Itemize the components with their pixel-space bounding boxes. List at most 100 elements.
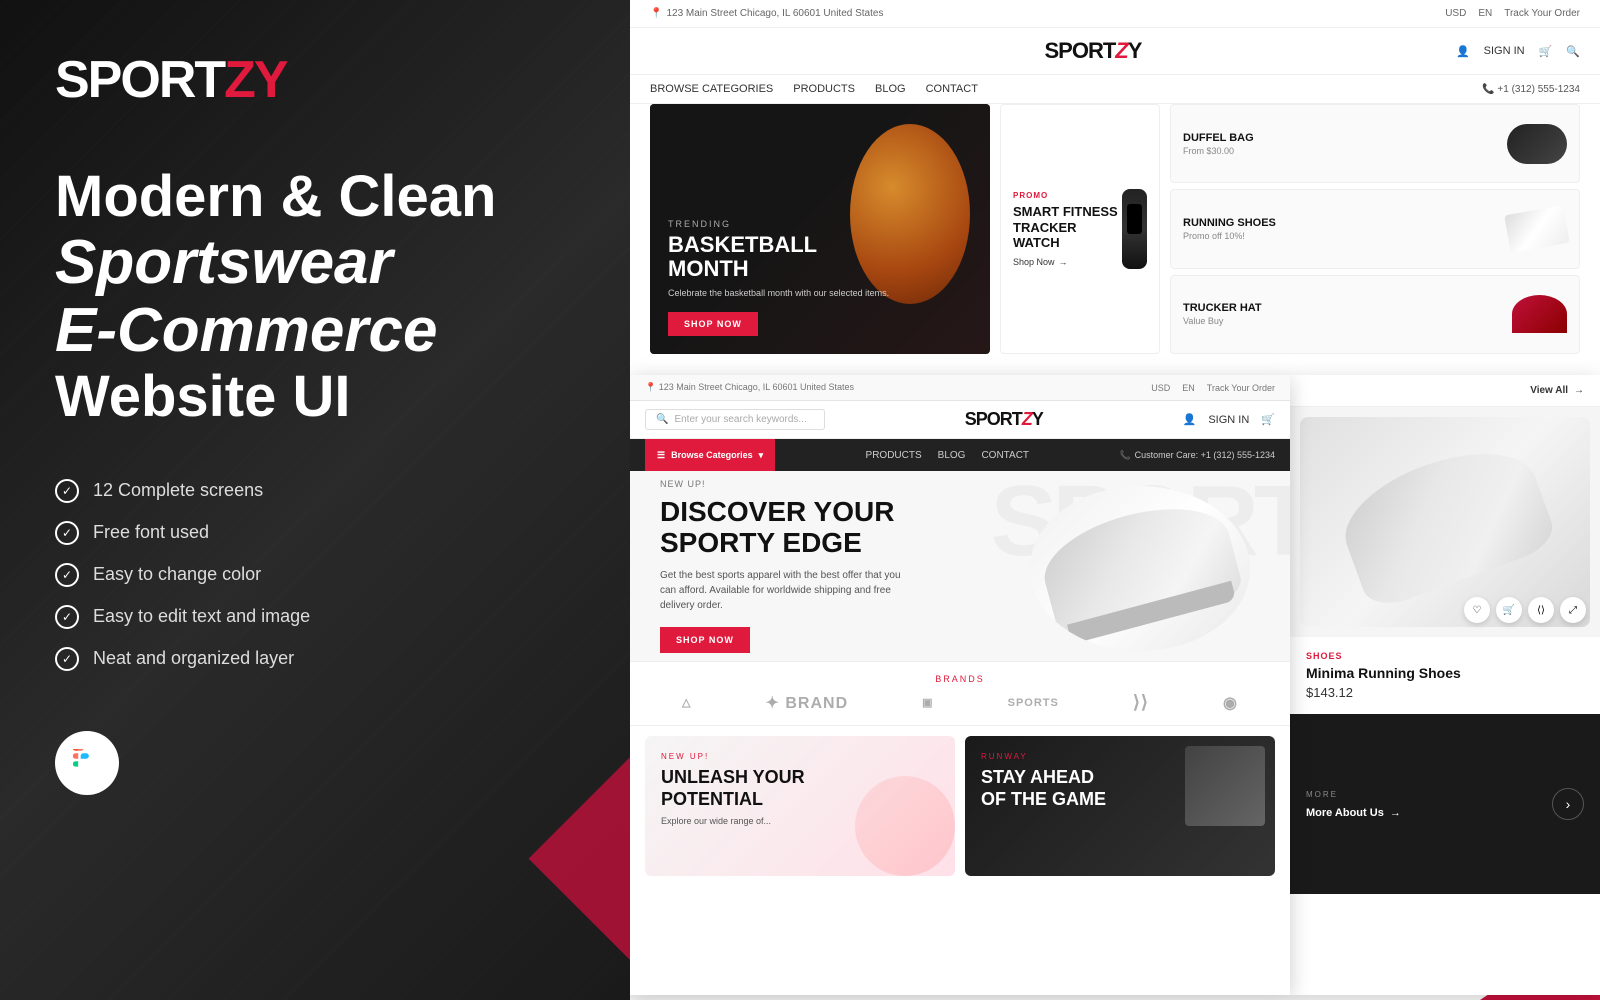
hero2-newtag: NEW UP! — [660, 479, 910, 489]
brand-logo: ◉ — [1223, 693, 1238, 713]
site-topbar: 📍 123 Main Street Chicago, IL 60601 Unit… — [630, 0, 1600, 28]
check-icon: ✓ — [55, 605, 79, 629]
search-icon[interactable]: 🔍 — [1566, 45, 1580, 58]
browser-bottom: 📍 123 Main Street Chicago, IL 60601 Unit… — [630, 375, 1290, 995]
brand-logo: ⟩⟩ — [1133, 692, 1149, 713]
feature-text: Neat and organized layer — [93, 648, 294, 669]
site-nav: BROWSE CATEGORIES PRODUCTS BLOG CONTACT … — [630, 75, 1600, 104]
nav-blog[interactable]: BLOG — [875, 83, 906, 95]
feature-item: ✓ 12 Complete screens — [55, 479, 575, 503]
hero2-subtitle: Get the best sports apparel with the bes… — [660, 568, 910, 613]
fitness-tracker-image — [1122, 189, 1147, 269]
hero-area: TRENDING BASKETBALL MONTH Celebrate the … — [630, 104, 1600, 364]
right-panel: 📍 123 Main Street Chicago, IL 60601 Unit… — [630, 0, 1600, 1000]
topbar-address: 123 Main Street Chicago, IL 60601 United… — [666, 8, 883, 19]
promo1-title: UNLEASH YOUR POTENTIAL — [661, 767, 939, 810]
nav-arrow-button[interactable]: › — [1552, 788, 1584, 820]
promo2-content: RUNWAY STAY AHEAD OF THE GAME — [981, 752, 1259, 810]
track2[interactable]: Track Your Order — [1207, 383, 1275, 393]
site2-header: 🔍 Enter your search keywords... SPORTZY … — [630, 401, 1290, 439]
product-info: SHOES Minima Running Shoes $143.12 — [1290, 637, 1600, 714]
nav-browse[interactable]: BROWSE CATEGORIES — [650, 83, 773, 95]
logo-container: SPORTZY — [55, 50, 575, 110]
trucker-hat-card: TRUCKER HAT Value Buy — [1170, 275, 1580, 354]
product-name: DUFFEL BAG — [1183, 132, 1254, 144]
hero2-shop-now-button[interactable]: SHOP NOW — [660, 627, 750, 653]
running-shoes-card: RUNNING SHOES Promo off 10%! — [1170, 189, 1580, 268]
hero2-area: SPORT NEW UP! DISCOVER YOUR SPORTY EDGE … — [630, 471, 1290, 661]
left-panel: SPORTZY Modern & Clean Sportswear E-Comm… — [0, 0, 630, 1000]
promo-card-unleash: NEW UP! UNLEASH YOUR POTENTIAL Explore o… — [645, 736, 955, 876]
feature-item: ✓ Free font used — [55, 521, 575, 545]
shoe-sole — [1067, 580, 1236, 643]
browse-categories-button[interactable]: ☰ Browse Categories ▾ — [645, 439, 775, 471]
currency-selector[interactable]: USD — [1445, 8, 1466, 19]
signin2-label[interactable]: SIGN IN — [1208, 414, 1249, 426]
brands-label: BRANDS — [650, 674, 1270, 684]
duffel-image — [1507, 124, 1567, 164]
header2-icons: 👤 SIGN IN 🛒 — [1183, 413, 1275, 426]
promo1-subtitle: Explore our wide range of... — [661, 816, 939, 826]
lang-selector[interactable]: EN — [1478, 8, 1492, 19]
feature-text: Easy to change color — [93, 564, 261, 585]
headline-line1: Modern & Clean — [55, 165, 575, 229]
product-price: Value Buy — [1183, 316, 1262, 326]
view-all-link[interactable]: View All — [1530, 385, 1568, 396]
promo-cards: PROMO SMART FITNESS TRACKER WATCH Shop N… — [1000, 104, 1160, 354]
site-logo: SPORTZY — [1045, 38, 1142, 64]
hero-shop-now-button[interactable]: SHOP NOW — [668, 312, 758, 336]
location-icon: 📍 — [650, 8, 662, 19]
user2-icon[interactable]: 👤 — [1183, 413, 1197, 426]
hero-title: BASKETBALL MONTH — [668, 233, 972, 281]
hero-content: TRENDING BASKETBALL MONTH Celebrate the … — [668, 219, 972, 336]
product-price: From $30.00 — [1183, 146, 1254, 156]
product-price: $143.12 — [1306, 685, 1584, 700]
topbar2-left: 📍 123 Main Street Chicago, IL 60601 Unit… — [645, 382, 854, 393]
cart2-icon[interactable]: 🛒 — [1261, 413, 1275, 426]
figma-badge — [55, 731, 119, 795]
more-about-link[interactable]: More About Us → — [1306, 807, 1584, 819]
search-bar-icon: 🔍 — [656, 414, 668, 425]
check-icon: ✓ — [55, 521, 79, 545]
brands-section: BRANDS △ ✦ BRAND ▣ SPORTS ⟩⟩ ◉ — [630, 661, 1290, 726]
headline-line3: E-Commerce — [55, 297, 575, 365]
user-icon[interactable]: 👤 — [1456, 45, 1470, 58]
product-shoe-background — [1300, 417, 1590, 627]
expand-button[interactable]: ⤢ — [1560, 597, 1586, 623]
signin-label[interactable]: SIGN IN — [1484, 45, 1525, 57]
brand-logo: ✦ BRAND — [766, 693, 849, 713]
site-header: SPORTZY 👤 SIGN IN 🛒 🔍 — [630, 28, 1600, 75]
nav2-links: PRODUCTS BLOG CONTACT — [866, 450, 1030, 461]
nav2-blog[interactable]: BLOG — [938, 450, 966, 461]
track-order-link[interactable]: Track Your Order — [1504, 8, 1580, 19]
site2-logo: SPORTZY — [965, 409, 1043, 430]
nav2-products[interactable]: PRODUCTS — [866, 450, 922, 461]
left-content: SPORTZY Modern & Clean Sportswear E-Comm… — [0, 0, 630, 845]
currency2[interactable]: USD — [1151, 383, 1170, 393]
lang2[interactable]: EN — [1182, 383, 1195, 393]
tracker-screen — [1127, 204, 1142, 234]
nav-products[interactable]: PRODUCTS — [793, 83, 855, 95]
nav-contact[interactable]: CONTACT — [926, 83, 978, 95]
share-button[interactable]: ⟨⟩ — [1528, 597, 1554, 623]
nav2-contact[interactable]: CONTACT — [981, 450, 1029, 461]
product-info: TRUCKER HAT Value Buy — [1183, 302, 1262, 326]
add-to-cart-button[interactable]: 🛒 — [1496, 597, 1522, 623]
dark-promo-section: › MORE More About Us → — [1290, 714, 1600, 894]
product-name: RUNNING SHOES — [1183, 217, 1276, 229]
shoe-shape — [1034, 491, 1246, 646]
product-price: Promo off 10%! — [1183, 231, 1276, 241]
site2-topbar: 📍 123 Main Street Chicago, IL 60601 Unit… — [630, 375, 1290, 401]
product-actions: ♡ 🛒 ⟨⟩ ⤢ — [1464, 597, 1586, 623]
logo-y: Y — [254, 51, 287, 109]
promo-shopnow-link[interactable]: Shop Now → — [1013, 257, 1122, 267]
topbar-left: 📍 123 Main Street Chicago, IL 60601 Unit… — [650, 8, 883, 19]
nav2-phone: 📞 Customer Care: +1 (312) 555-1234 — [1119, 450, 1275, 461]
product-info: DUFFEL BAG From $30.00 — [1183, 132, 1254, 156]
wishlist-button[interactable]: ♡ — [1464, 597, 1490, 623]
figma-icon — [73, 749, 101, 777]
search-bar[interactable]: 🔍 Enter your search keywords... — [645, 409, 825, 430]
cart-icon[interactable]: 🛒 — [1539, 45, 1553, 58]
shoes-image — [1504, 205, 1570, 253]
check-icon: ✓ — [55, 647, 79, 671]
